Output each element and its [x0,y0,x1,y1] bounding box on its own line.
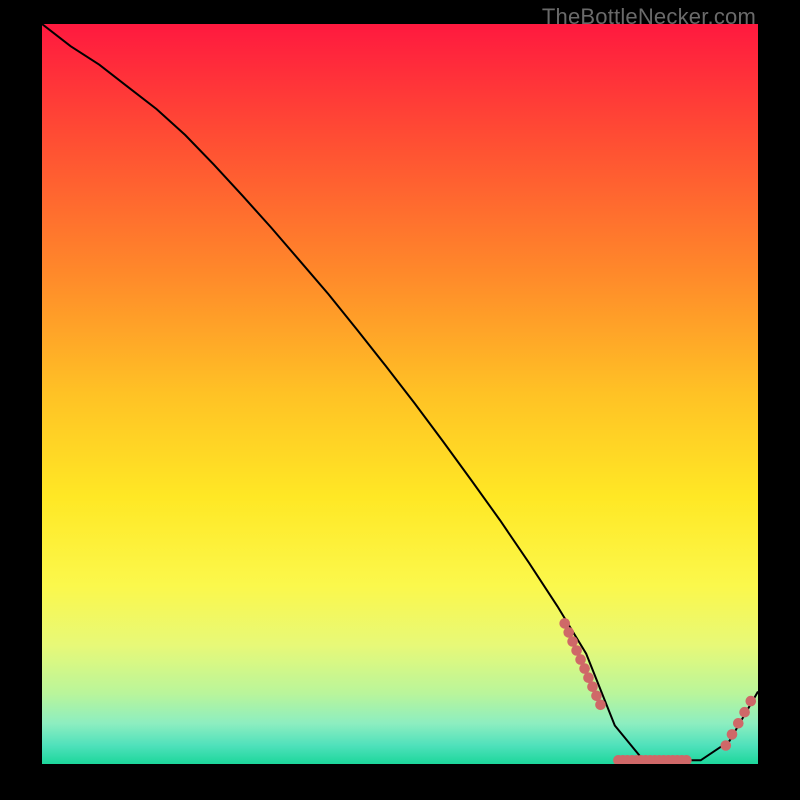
data-point [721,740,732,751]
data-point [727,729,738,740]
data-point [595,700,606,711]
gradient-background [42,24,758,764]
data-point [579,663,590,674]
data-point [733,718,744,729]
data-point [587,681,598,692]
data-point [571,645,582,656]
data-point [739,707,750,718]
data-point [746,696,757,707]
data-point [563,627,574,638]
chart-frame [42,24,758,764]
bottleneck-chart [42,24,758,764]
